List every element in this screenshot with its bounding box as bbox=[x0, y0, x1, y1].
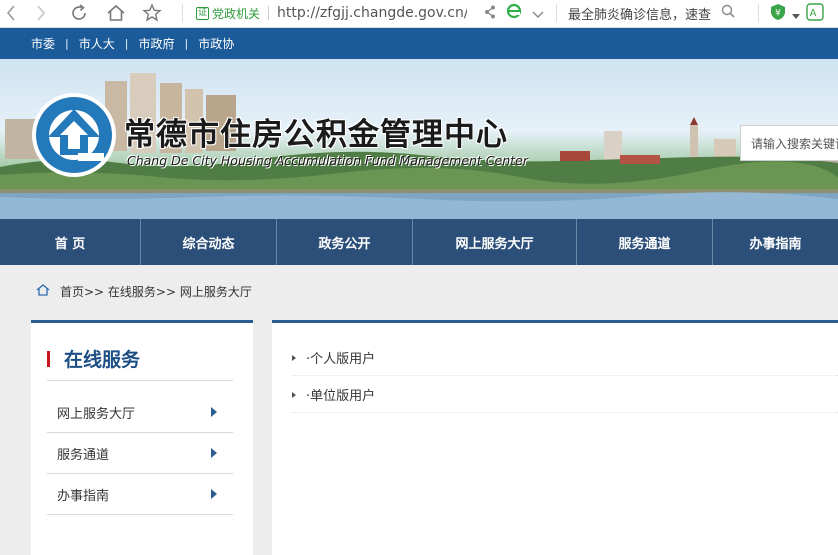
toolbar-divider bbox=[182, 4, 183, 22]
list-item-label[interactable]: ·单位版用户 bbox=[306, 385, 375, 404]
chevron-down-icon[interactable] bbox=[792, 5, 800, 24]
link-municipal-government[interactable]: 市政府 bbox=[138, 35, 174, 52]
nav-online-service-hall[interactable]: 网上服务大厅 bbox=[413, 219, 577, 265]
toolbar-divider bbox=[556, 4, 557, 22]
sidebar-heading: 在线服务 bbox=[47, 345, 140, 372]
forward-icon[interactable] bbox=[32, 2, 50, 24]
nav-service-channel[interactable]: 服务通道 bbox=[577, 219, 713, 265]
sidebar-item-label: 网上服务大厅 bbox=[57, 406, 136, 422]
chevron-right-icon bbox=[211, 448, 217, 458]
link-political-consultative[interactable]: 市政协 bbox=[198, 35, 234, 52]
nav-home[interactable]: 首 页 bbox=[0, 219, 141, 265]
content-panel: ·个人版用户 ·单位版用户 bbox=[272, 320, 838, 555]
translate-icon[interactable]: A bbox=[806, 3, 824, 25]
browser-extensions: ¥ A bbox=[770, 0, 824, 28]
bullet-icon bbox=[292, 354, 296, 361]
sidebar-item-service-channel[interactable]: 服务通道 bbox=[47, 433, 233, 474]
sidebar-divider bbox=[47, 380, 233, 381]
chevron-right-icon bbox=[211, 489, 217, 499]
list-item-personal-user[interactable]: ·个人版用户 bbox=[292, 340, 838, 376]
nav-government-affairs[interactable]: 政务公开 bbox=[277, 219, 413, 265]
sidebar-item-online-service-hall[interactable]: 网上服务大厅 bbox=[47, 392, 233, 433]
browser-toolbar: 证 党政机关 http://zfgjj.changde.gov.cn/c 最全肺… bbox=[0, 0, 838, 28]
nav-guide[interactable]: 办事指南 bbox=[713, 219, 838, 265]
breadcrumb-text[interactable]: 首页>> 在线服务>> 网上服务大厅 bbox=[60, 283, 252, 300]
link-separator: | bbox=[65, 37, 69, 50]
wallet-shield-icon[interactable]: ¥ bbox=[770, 3, 786, 25]
site-title: 常德市住房公积金管理中心 bbox=[124, 117, 508, 153]
heading-accent-bar bbox=[47, 350, 50, 367]
bullet-icon bbox=[292, 391, 296, 398]
url-text[interactable]: http://zfgjj.changde.gov.cn/c bbox=[277, 5, 467, 21]
search-icon[interactable] bbox=[721, 4, 735, 22]
sidebar-item-guide[interactable]: 办事指南 bbox=[47, 474, 233, 515]
sidebar-title: 在线服务 bbox=[64, 349, 141, 371]
favorite-star-icon[interactable] bbox=[141, 2, 163, 24]
main-navigation: 首 页 综合动态 政务公开 网上服务大厅 服务通道 办事指南 bbox=[0, 219, 838, 265]
link-peoples-congress[interactable]: 市人大 bbox=[79, 35, 115, 52]
gov-certificate[interactable]: 证 党政机关 bbox=[196, 5, 260, 22]
browser-search-box[interactable]: 最全肺炎确诊信息，速查 bbox=[568, 2, 735, 24]
certificate-icon: 证 bbox=[196, 6, 209, 20]
refresh-icon[interactable] bbox=[68, 2, 90, 24]
chevron-right-icon bbox=[211, 407, 217, 417]
svg-text:A: A bbox=[810, 8, 817, 19]
site-subtitle: Chang De City Housing Accumulation Fund … bbox=[127, 153, 528, 168]
search-suggest-text: 最全肺炎确诊信息，速查 bbox=[568, 7, 712, 23]
home-icon[interactable] bbox=[105, 2, 127, 24]
sidebar-item-label: 办事指南 bbox=[57, 488, 110, 504]
share-icon[interactable] bbox=[484, 4, 496, 23]
sidebar-item-label: 服务通道 bbox=[57, 447, 110, 463]
link-municipal-committee[interactable]: 市委 bbox=[31, 35, 55, 52]
svg-text:¥: ¥ bbox=[775, 9, 781, 19]
list-item-label[interactable]: ·个人版用户 bbox=[306, 348, 375, 367]
breadcrumb: 首页>> 在线服务>> 网上服务大厅 bbox=[36, 282, 252, 300]
logo-emblem-icon bbox=[32, 93, 116, 177]
home-icon[interactable] bbox=[36, 283, 50, 299]
link-separator: | bbox=[184, 37, 189, 50]
toolbar-divider bbox=[758, 4, 759, 22]
site-search-input[interactable]: 请输入搜索关键词 bbox=[740, 125, 838, 161]
sidebar: 在线服务 网上服务大厅 服务通道 办事指南 bbox=[31, 320, 253, 555]
list-item-enterprise-user[interactable]: ·单位版用户 bbox=[292, 377, 838, 413]
address-actions bbox=[484, 2, 544, 24]
link-separator: | bbox=[124, 37, 129, 50]
government-links-bar: 市委 | 市人大 | 市政府 | 市政协 bbox=[0, 28, 838, 59]
ie-compat-icon[interactable] bbox=[506, 3, 522, 23]
url-divider bbox=[268, 6, 270, 20]
site-banner: 常德市住房公积金管理中心 Chang De City Housing Accum… bbox=[0, 59, 838, 219]
certificate-label: 党政机关 bbox=[212, 6, 261, 21]
chevron-down-icon[interactable] bbox=[532, 4, 544, 23]
back-icon[interactable] bbox=[2, 2, 20, 24]
nav-news[interactable]: 综合动态 bbox=[141, 219, 277, 265]
